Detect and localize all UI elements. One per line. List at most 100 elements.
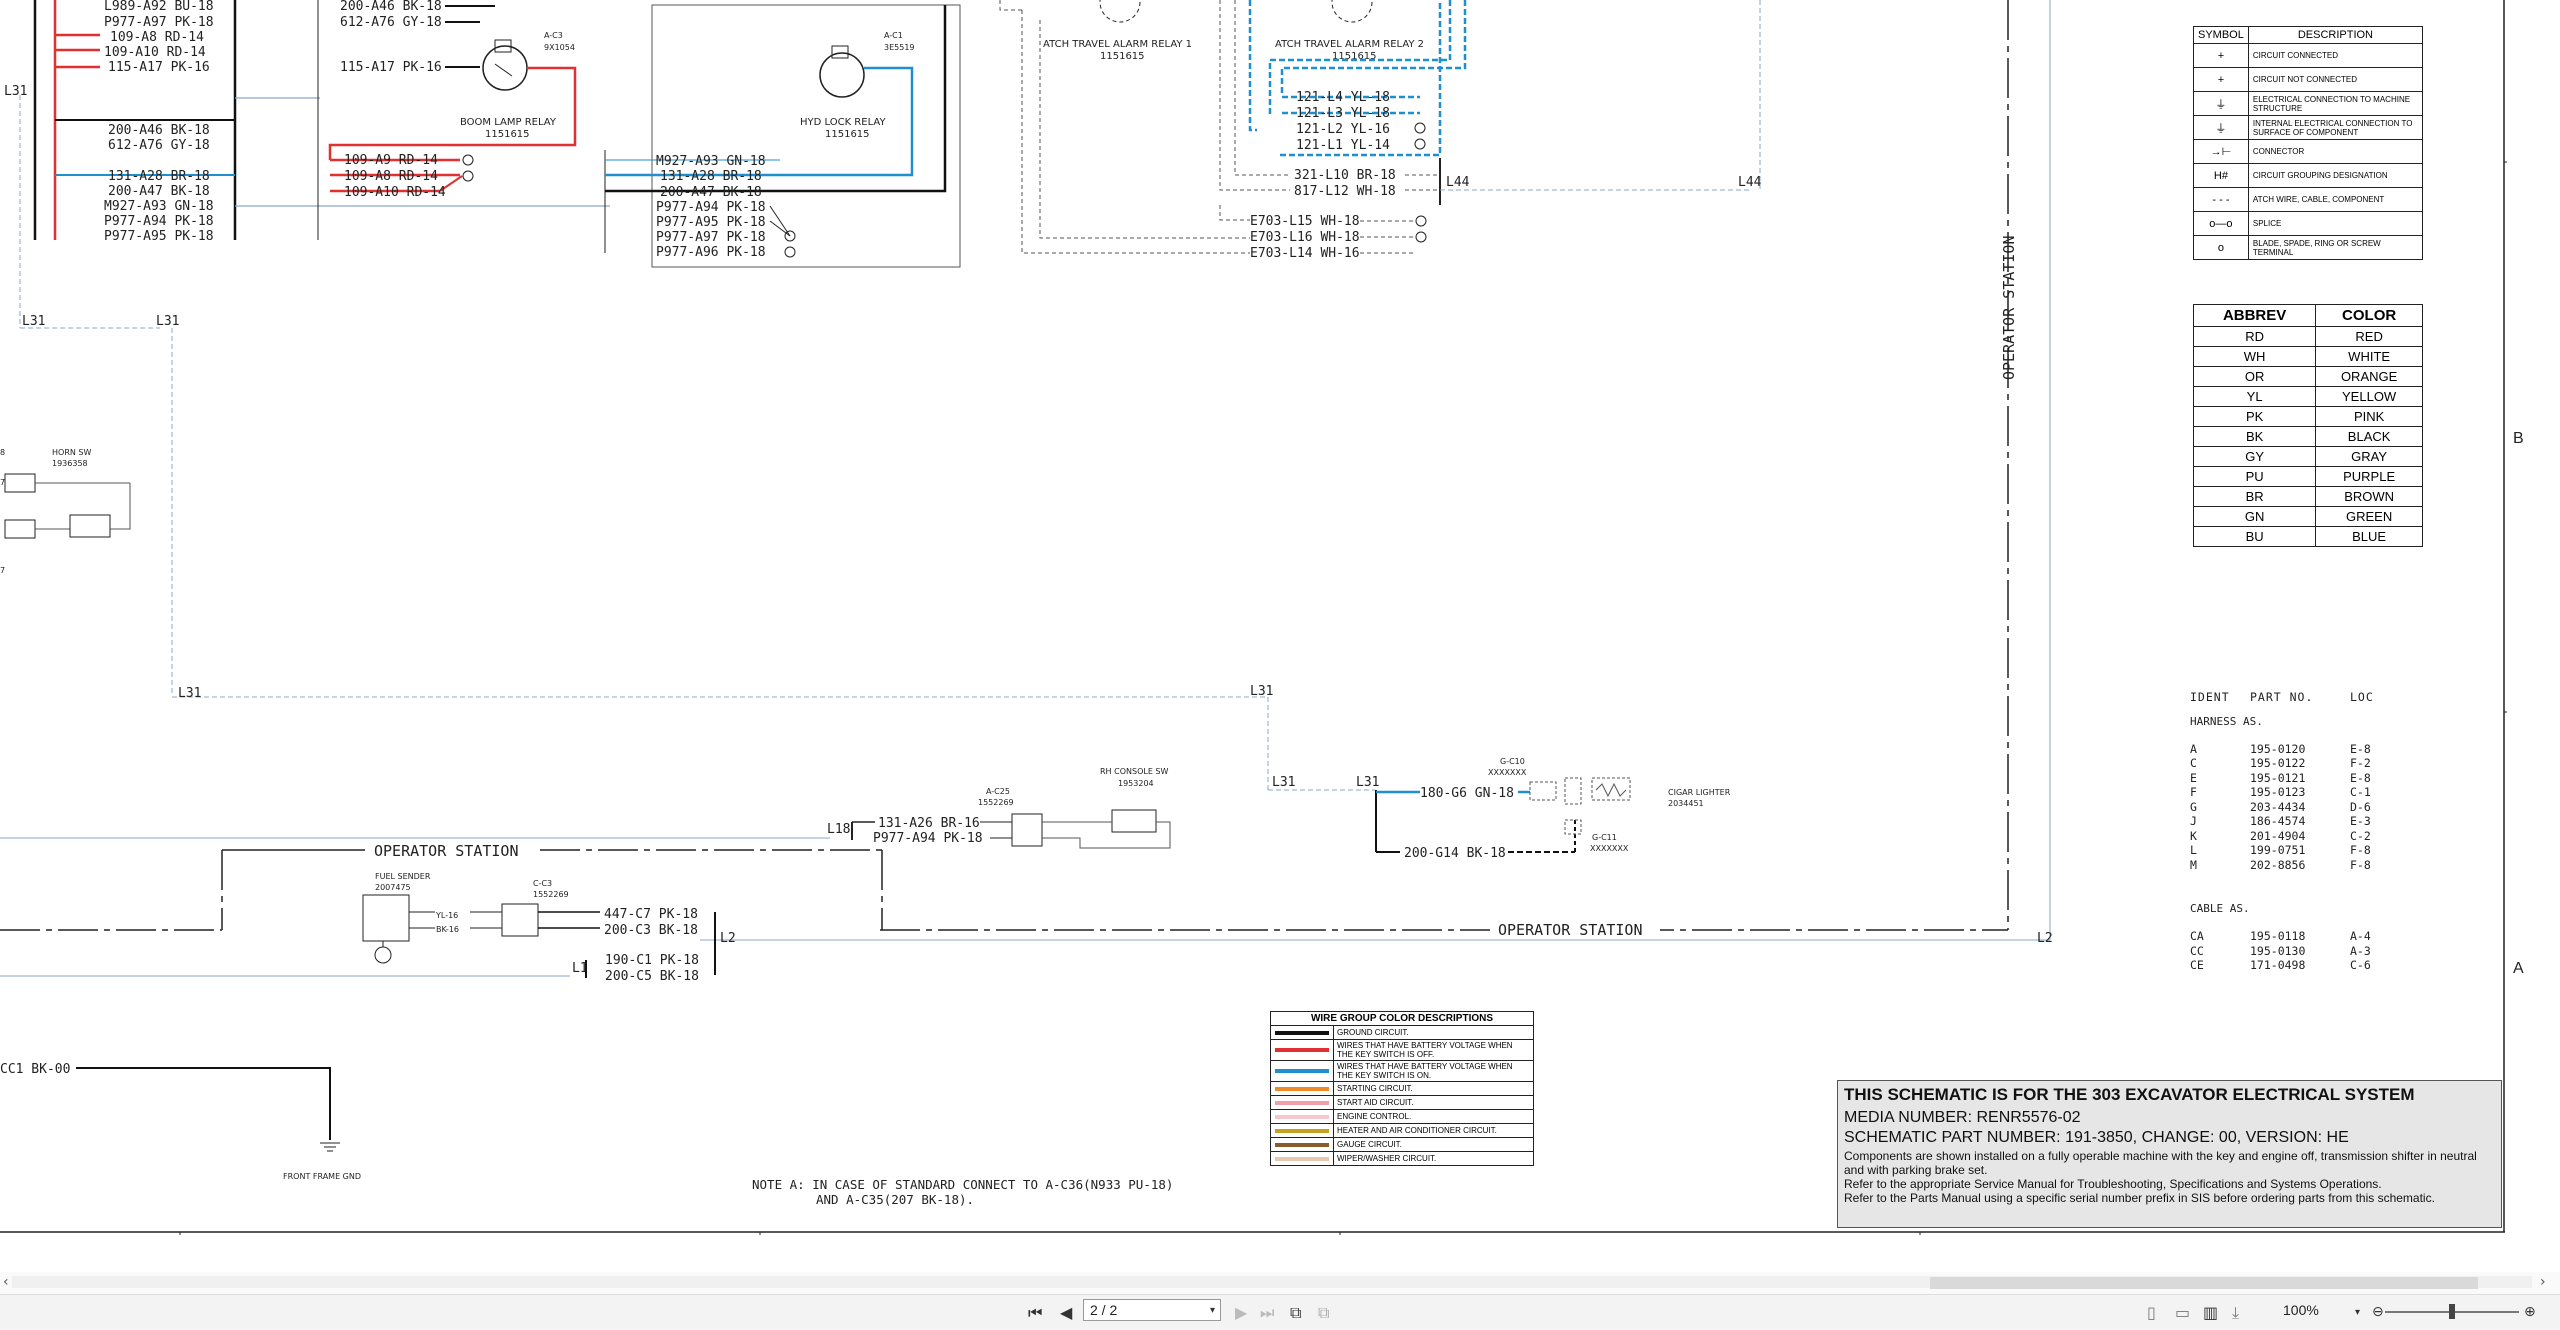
- color-cell: PURPLE: [2315, 466, 2423, 487]
- wire-label: 115-A17 PK-16: [108, 60, 210, 75]
- harness-header: IDENT PART NO. LOC: [2190, 690, 2374, 705]
- zoom-out-icon[interactable]: ⊖: [2372, 1304, 2384, 1320]
- zoom-slider-thumb[interactable]: [2449, 1304, 2455, 1319]
- rh-console-switch: L18 131-A26 BR-16 P977-A94 PK-18 A-C25 1…: [0, 767, 1171, 849]
- zoom-dropdown-icon[interactable]: ▾: [2355, 1307, 2360, 1318]
- zone-letter: A: [2513, 960, 2524, 977]
- svg-text:200-A47 BK-18: 200-A47 BK-18: [660, 185, 762, 200]
- fit-page-icon[interactable]: ⤓: [2232, 1303, 2239, 1323]
- svg-text:1936358: 1936358: [52, 459, 88, 468]
- operator-station-lower: OPERATOR STATION FUEL SENDER 2007475 YL-…: [0, 842, 883, 984]
- note-a: AND A-C35(207 BK-18).: [816, 1192, 974, 1207]
- svg-text:447-C7 PK-18: 447-C7 PK-18: [604, 907, 698, 922]
- symbol-desc: ELECTRICAL CONNECTION TO MACHINE STRUCTU…: [2247, 91, 2424, 116]
- scroll-thumb[interactable]: [1930, 1277, 2478, 1289]
- wire-label: 200-A46 BK-18: [108, 123, 210, 138]
- page-number-input[interactable]: [1083, 1299, 1221, 1321]
- right-margin: [2507, 0, 2560, 1235]
- abbrev-cell: PK: [2192, 406, 2317, 427]
- svg-text:1151615: 1151615: [825, 129, 870, 140]
- svg-text:1552269: 1552269: [533, 890, 569, 899]
- continuous-page-icon[interactable]: ▭: [2175, 1303, 2190, 1322]
- splice-label: L31: [178, 686, 201, 701]
- harness-row: K 201-4904 C-2: [2190, 828, 2371, 843]
- harness-row: J 186-4574 E-3: [2190, 814, 2371, 828]
- previous-page-icon[interactable]: ◀: [1060, 1303, 1072, 1322]
- splice-label: L31: [1272, 775, 1295, 790]
- ident-header: IDENT: [2190, 690, 2230, 704]
- svg-text:L44: L44: [1738, 175, 1762, 190]
- svg-text:200-C3 BK-18: 200-C3 BK-18: [604, 923, 698, 938]
- last-page-icon[interactable]: ⏭: [1260, 1303, 1274, 1323]
- svg-text:121-L1 YL-14: 121-L1 YL-14: [1296, 138, 1390, 153]
- svg-text:OPERATOR STATION: OPERATOR STATION: [2000, 236, 2018, 381]
- color-swatch: [1275, 1100, 1329, 1105]
- symbol-desc: CONNECTOR: [2247, 139, 2424, 164]
- horizontal-scrollbar[interactable]: ‹ ›: [0, 1272, 2560, 1294]
- zoom-in-icon[interactable]: ⊕: [2524, 1304, 2536, 1320]
- abbrev-cell: GN: [2192, 506, 2317, 527]
- svg-text:OPERATOR STATION: OPERATOR STATION: [374, 842, 519, 860]
- grouping-icon: H#: [2193, 163, 2249, 188]
- svg-text:1151615: 1151615: [1100, 51, 1145, 62]
- scroll-right-icon[interactable]: ›: [2540, 1274, 2546, 1290]
- color-cell: RED: [2315, 326, 2423, 347]
- svg-text:ATCH TRAVEL ALARM RELAY 1: ATCH TRAVEL ALARM RELAY 1: [1043, 39, 1192, 50]
- color-swatch: [1275, 1114, 1329, 1119]
- svg-text:612-A76 GY-18: 612-A76 GY-18: [340, 15, 442, 30]
- abbrev-cell: GY: [2192, 446, 2317, 467]
- color-cell: WHITE: [2315, 346, 2423, 367]
- wire-group-desc: WIRES THAT HAVE BATTERY VOLTAGE WHEN THE…: [1333, 1039, 1534, 1061]
- wire-group-desc: WIRES THAT HAVE BATTERY VOLTAGE WHEN THE…: [1333, 1060, 1534, 1082]
- zoom-level[interactable]: 100%: [2283, 1302, 2319, 1318]
- svg-text:190-C1 PK-18: 190-C1 PK-18: [605, 953, 699, 968]
- color-swatch: [1275, 1086, 1329, 1091]
- cigar-lighter-circuit: L31 180-G6 GN-18 200-G14 BK-18 G-C10 XXX…: [1356, 757, 1731, 861]
- single-page-icon[interactable]: ▯: [2147, 1303, 2156, 1322]
- svg-text:E703-L15 WH-18: E703-L15 WH-18: [1250, 214, 1360, 229]
- color-cell: BLACK: [2315, 426, 2423, 447]
- svg-text:E703-L16 WH-18: E703-L16 WH-18: [1250, 230, 1360, 245]
- scroll-left-icon[interactable]: ‹: [3, 1274, 9, 1290]
- svg-text:XXXXXXX: XXXXXXX: [1488, 768, 1527, 777]
- svg-text:YL-16: YL-16: [435, 911, 458, 920]
- color-swatch: [1275, 1156, 1329, 1161]
- copy-page-icon[interactable]: ⧉: [1290, 1303, 1301, 1323]
- color-swatch: [1275, 1048, 1329, 1052]
- color-cell: YELLOW: [2315, 386, 2423, 407]
- page-dropdown-icon[interactable]: ▾: [1210, 1305, 1215, 1316]
- svg-text:7: 7: [0, 478, 5, 487]
- svg-text:L2: L2: [720, 931, 736, 946]
- wire-label: P977-A97 PK-18: [104, 15, 214, 30]
- svg-text:109-A10 RD-14: 109-A10 RD-14: [344, 185, 446, 200]
- front-frame-ground: CC1 BK-00 FRONT FRAME GND: [0, 1062, 361, 1181]
- wire-group-desc: START AID CIRCUIT.: [1333, 1095, 1534, 1110]
- schematic-sheet: 4 3 2 1 L989-A92 BU-18 P977-A97 PK-18 10…: [0, 0, 2507, 1235]
- boom-lamp-relay: 200-A46 BK-18 612-A76 GY-18 115-A17 PK-1…: [317, 0, 577, 240]
- two-page-icon[interactable]: ▥: [2203, 1303, 2218, 1322]
- svg-text:121-L2 YL-16: 121-L2 YL-16: [1296, 122, 1390, 137]
- wire-label: L989-A92 BU-18: [104, 0, 214, 14]
- svg-text:109-A8 RD-14: 109-A8 RD-14: [344, 169, 438, 184]
- symbol-desc: INTERNAL ELECTRICAL CONNECTION TO SURFAC…: [2247, 115, 2424, 140]
- paste-page-icon[interactable]: ⧉: [1318, 1303, 1329, 1323]
- svg-text:A-C1: A-C1: [884, 31, 903, 40]
- first-page-icon[interactable]: ⏮: [1028, 1303, 1042, 1323]
- color-header: COLOR: [2315, 304, 2423, 327]
- svg-text:OPERATOR STATION: OPERATOR STATION: [1498, 921, 1643, 939]
- svg-text:BOOM LAMP RELAY: BOOM LAMP RELAY: [460, 117, 557, 128]
- svg-text:C-C3: C-C3: [533, 879, 552, 888]
- horn-switch: HORN SW 1936358 8 7 7: [0, 448, 131, 575]
- symbol-desc: CIRCUIT CONNECTED: [2247, 43, 2424, 68]
- svg-text:P977-A94 PK-18: P977-A94 PK-18: [656, 200, 766, 215]
- title-note: Components are shown installed on a full…: [1844, 1149, 2477, 1177]
- title-block: THIS SCHEMATIC IS FOR THE 303 EXCAVATOR …: [1837, 1080, 2502, 1228]
- harness-row: G 203-4434 D-6: [2190, 799, 2371, 814]
- svg-text:3E5519: 3E5519: [884, 43, 915, 52]
- svg-text:8: 8: [0, 448, 5, 457]
- media-number: MEDIA NUMBER: RENR5576-02: [1844, 1109, 2081, 1126]
- next-page-icon[interactable]: ▶: [1235, 1303, 1247, 1322]
- svg-text:115-A17 PK-16: 115-A17 PK-16: [340, 60, 442, 75]
- svg-text:817-L12 WH-18: 817-L12 WH-18: [1294, 184, 1396, 199]
- svg-text:G-C10: G-C10: [1500, 757, 1525, 766]
